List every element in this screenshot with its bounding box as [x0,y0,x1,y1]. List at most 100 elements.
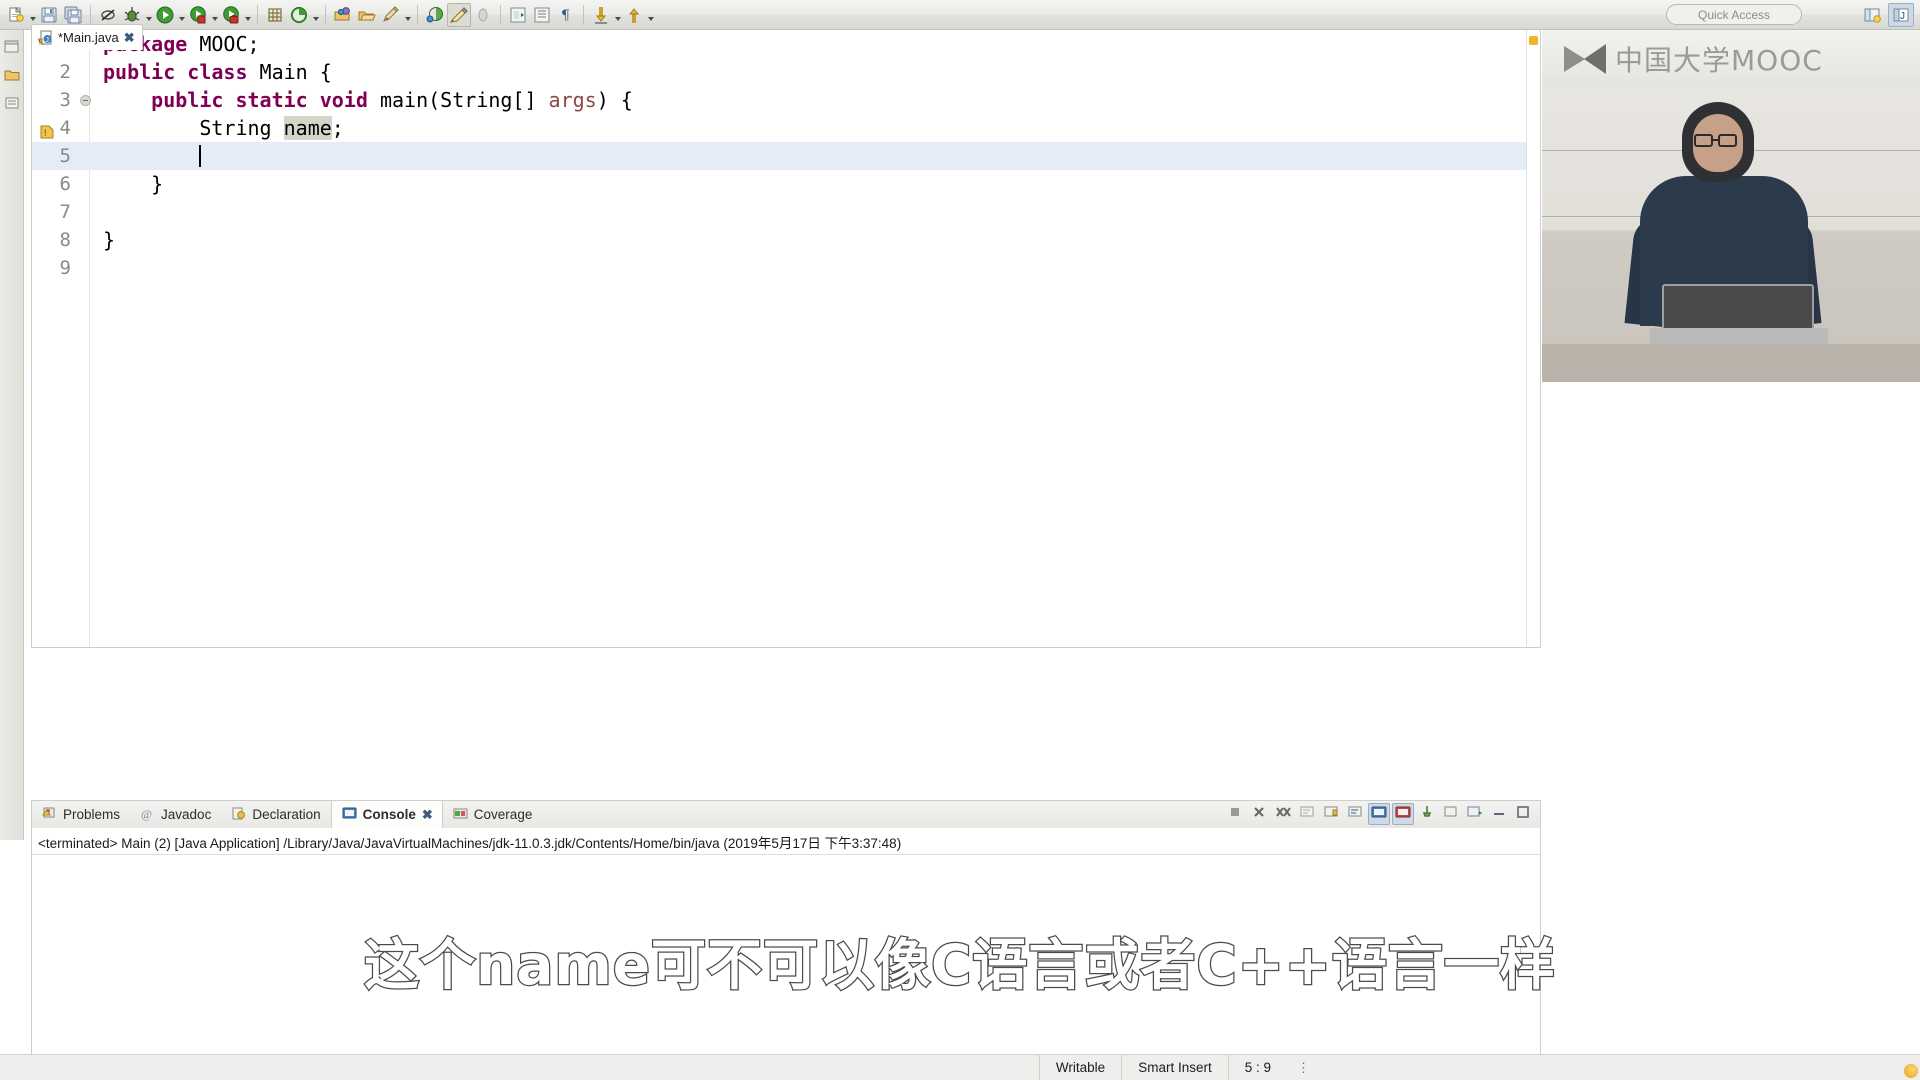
save-all-button[interactable] [61,3,85,27]
toolbar-separator [417,4,418,25]
save-button[interactable] [37,3,61,27]
terminate-icon [1228,805,1242,824]
code-line[interactable]: 5 [32,142,1540,170]
java-file-icon: J! [38,30,53,46]
run-button[interactable] [153,3,177,27]
next-annotation-button[interactable] [506,3,530,27]
toolbar-separator [325,4,326,25]
vertical-dots-icon[interactable]: ⋮ [1287,1060,1320,1076]
show-console-on-error-button[interactable] [1392,803,1414,825]
resize-corner-icon[interactable] [1904,1064,1918,1078]
warning-marker-icon[interactable] [1529,36,1538,45]
open-perspective-button[interactable] [1859,3,1885,27]
close-icon[interactable]: ✖ [422,807,433,823]
search-dropdown[interactable] [403,4,412,26]
plain-token: Main { [247,60,332,84]
code-line[interactable]: 2 public class Main { [32,58,1540,86]
restore-view-icon[interactable] [1,36,23,58]
terminate-button[interactable] [1224,803,1246,825]
show-console-on-output-button[interactable] [1368,803,1390,825]
git-button[interactable] [423,3,447,27]
code-lines-container[interactable]: 1package MOOC;2public class Main {3 publ… [32,30,1540,647]
package-explorer-icon[interactable] [1,64,23,86]
glasses-right-lens [1718,134,1737,147]
bottom-panel-tab-console[interactable]: Console ✖ [330,801,443,828]
pilcrow-button[interactable]: ¶ [554,3,578,27]
code-line[interactable]: 9 [32,254,1540,282]
scroll-lock-button[interactable] [1320,803,1342,825]
quick-access-search[interactable]: Quick Access [1666,4,1802,25]
word-wrap-button[interactable] [1344,803,1366,825]
coverage-button[interactable] [186,3,210,27]
editor-overview-ruler[interactable] [1526,30,1540,647]
code-line[interactable]: 3 public static void main(String[] args)… [32,86,1540,114]
debug-button[interactable] [120,3,144,27]
open-type-button[interactable] [331,3,355,27]
fold-collapse-icon[interactable] [77,94,93,106]
pin-console-button[interactable] [1416,803,1438,825]
display-selected-console-button[interactable] [1440,803,1462,825]
glasses-bridge [1713,139,1719,141]
run-external-tools-button[interactable] [219,3,243,27]
run-dropdown[interactable] [177,4,186,26]
coverage-dropdown[interactable] [210,4,219,26]
remove-all-terminated-button[interactable] [1272,803,1294,825]
remove-all-icon [1275,805,1291,824]
editor-tab-main-java[interactable]: J! *Main.java ✖ [31,24,143,50]
bottom-panel-tab-javadoc[interactable]: @ Javadoc [130,801,221,828]
warning-marker-icon[interactable]: ! [40,120,54,139]
toggle-mark-button[interactable] [471,3,495,27]
toggle-breakpoint-button[interactable] [96,3,120,27]
toolbar-group-java [263,2,320,28]
code-line[interactable]: 7 [32,198,1540,226]
console-icon [342,806,357,824]
new-package-button[interactable] [287,3,311,27]
status-insert-mode: Smart Insert [1121,1054,1228,1080]
new-java-project-button[interactable] [263,3,287,27]
remove-launch-button[interactable] [1248,803,1270,825]
previous-edit-button[interactable] [622,3,646,27]
line-number: 6 [59,173,71,195]
next-edit-button[interactable] [589,3,613,27]
main-toolbar: ¶ Quick Access J [0,0,1920,30]
next-edit-dropdown[interactable] [613,4,622,26]
new-wizard-dropdown[interactable] [28,4,37,26]
code-line[interactable]: ! 4 String name; [32,114,1540,142]
run-external-tools-dropdown[interactable] [243,4,252,26]
svg-text:@: @ [141,807,152,821]
outline-view-icon[interactable] [1,92,23,114]
bottom-panel-tab-declaration[interactable]: Declaration [221,801,330,828]
annotate-button[interactable] [447,2,471,27]
code-editor[interactable]: 1package MOOC;2public class Main {3 publ… [31,30,1541,648]
text-caret [199,145,202,167]
close-icon[interactable]: ✖ [124,30,135,46]
previous-annotation-button[interactable] [530,3,554,27]
bottom-panel-tab-label: Javadoc [161,807,212,822]
line-number: 8 [59,229,71,251]
bottom-panel-tab-problems[interactable]: Problems [32,801,130,828]
line-number: 2 [59,61,71,83]
clear-console-button[interactable] [1296,803,1318,825]
scroll-lock-icon [1324,805,1339,824]
show-console-error-icon [1395,805,1412,824]
code-line[interactable]: 8} [32,226,1540,254]
open-task-button[interactable] [355,3,379,27]
maximize-button[interactable] [1512,803,1534,825]
open-console-button[interactable] [1464,803,1486,825]
parameter-token: args [548,88,597,112]
java-perspective-button[interactable]: J [1888,3,1914,27]
minimize-button[interactable] [1488,803,1510,825]
debug-dropdown[interactable] [144,4,153,26]
coverage-tab-icon [453,806,468,824]
code-text: public static void main(String[] args) { [93,88,633,112]
pin-icon [1420,805,1435,824]
plain-token: MOOC; [187,32,260,56]
new-wizard-button[interactable] [4,3,28,27]
code-line[interactable]: 6 } [32,170,1540,198]
code-line[interactable]: 1package MOOC; [32,30,1540,58]
bottom-panel-tab-coverage[interactable]: Coverage [443,801,543,828]
new-package-dropdown[interactable] [311,4,320,26]
search-button[interactable] [379,3,403,27]
occurrence-token: name [283,116,332,140]
previous-edit-dropdown[interactable] [646,4,655,26]
